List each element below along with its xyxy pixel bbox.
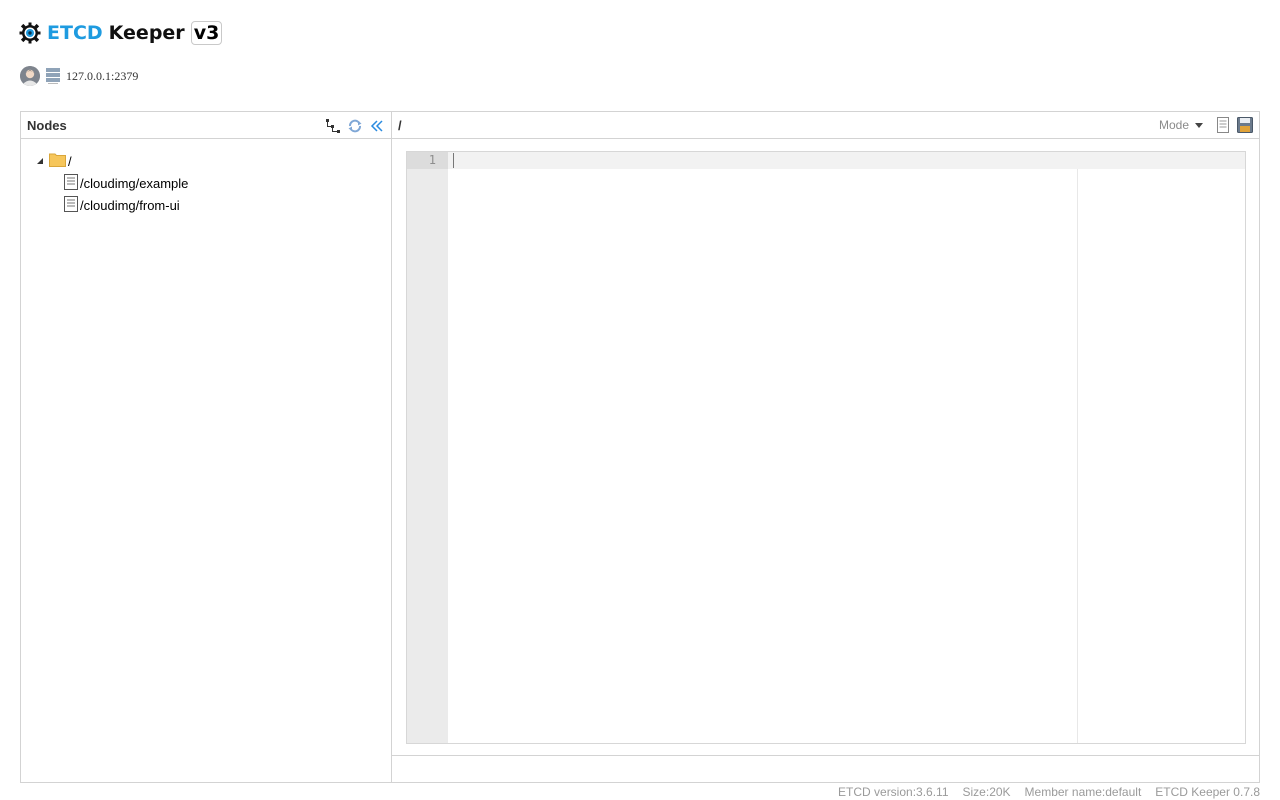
refresh-icon[interactable]	[347, 118, 363, 134]
server-address: 127.0.0.1:2379	[66, 68, 139, 83]
tree-node-label: /cloudimg/example	[80, 175, 189, 191]
collapse-left-icon[interactable]	[369, 118, 385, 134]
text-cursor	[453, 153, 454, 168]
tree-node-file[interactable]: /cloudimg/example	[64, 173, 188, 193]
tree-node-file[interactable]: /cloudimg/from-ui	[64, 195, 180, 215]
app-title: ETCD Keeper v3	[19, 20, 223, 46]
file-icon	[64, 173, 78, 193]
mode-dropdown[interactable]: Mode	[1159, 118, 1203, 132]
tree-node-label: /cloudimg/from-ui	[80, 197, 180, 213]
status-footer: ETCD version:3.6.11 Size:20K Member name…	[838, 785, 1260, 799]
document-icon[interactable]	[1215, 117, 1231, 133]
gear-eye-icon	[19, 22, 41, 44]
active-line	[448, 152, 1245, 169]
keeper-version: ETCD Keeper 0.7.8	[1155, 785, 1260, 799]
etcd-version: ETCD version:3.6.11	[838, 785, 949, 799]
current-path: /	[398, 118, 402, 133]
editor-bottom-divider	[392, 755, 1259, 756]
editor-gutter: 1	[407, 152, 448, 743]
file-icon	[64, 195, 78, 215]
nodes-panel-title: Nodes	[27, 118, 67, 133]
tree-node-label: /	[68, 153, 72, 169]
save-icon[interactable]	[1237, 117, 1253, 133]
print-margin	[1077, 169, 1078, 743]
code-editor[interactable]: 1	[406, 151, 1246, 744]
expand-arrow-icon[interactable]	[35, 155, 47, 167]
line-number: 1	[407, 152, 448, 169]
server-info: 127.0.0.1:2379	[20, 66, 138, 86]
chevron-down-icon	[1195, 122, 1203, 128]
editor-panel: / Mode 1	[392, 112, 1259, 782]
tree-layout-icon[interactable]	[325, 118, 341, 134]
folder-icon	[49, 152, 66, 170]
member-name: Member name:default	[1024, 785, 1142, 799]
title-etcd: ETCD	[47, 22, 103, 44]
nodes-panel: Nodes / /cloudimg/example /cloudimg/from…	[21, 112, 392, 782]
server-icon	[46, 68, 60, 84]
mode-label: Mode	[1158, 118, 1189, 132]
tree-node-root[interactable]: /	[35, 151, 72, 171]
version-badge: v3	[190, 21, 223, 45]
nodes-panel-header: Nodes	[21, 112, 391, 139]
user-avatar-icon[interactable]	[20, 66, 40, 86]
editor-panel-header: / Mode	[392, 112, 1259, 139]
title-keeper: Keeper	[108, 22, 185, 44]
main-container: Nodes / /cloudimg/example /cloudimg/from…	[20, 111, 1260, 783]
db-size: Size:20K	[962, 785, 1011, 799]
